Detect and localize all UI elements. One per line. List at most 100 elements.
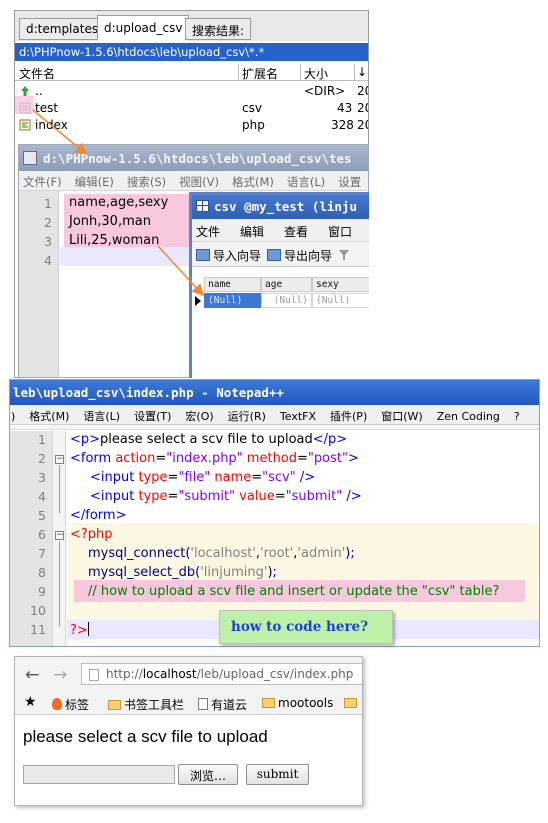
import-wizard-button[interactable]: 导入向导 <box>196 247 261 264</box>
file-manager-tabs: d:templates d:upload_csv 搜索结果: <box>15 11 368 41</box>
address-bar[interactable]: http://localhost/leb/upload_csv/index.ph… <box>81 663 362 685</box>
code-token: <p> <box>70 432 101 447</box>
table-cell[interactable]: (Null) <box>204 293 261 308</box>
path-bar: d:\PHPnow-1.5.6\htdocs\leb\upload_csv\*.… <box>15 43 368 61</box>
menu-format[interactable]: 格式(M) <box>232 175 274 189</box>
menu-language[interactable]: 语言(L) <box>83 410 120 423</box>
tab-upload-csv[interactable]: d:upload_csv <box>97 15 190 41</box>
csv-editor-title: d:\PHPnow-1.5.6\htdocs\leb\upload_csv\te… <box>43 151 352 166</box>
line-number: 5 <box>38 508 46 523</box>
table-cell[interactable]: (Null) <box>261 293 312 308</box>
menu-format[interactable]: 格式(M) <box>29 410 69 423</box>
toolbar-strip <box>10 425 539 430</box>
back-arrow-icon[interactable]: ← <box>25 665 39 685</box>
col-filename[interactable]: 文件名 <box>19 65 55 82</box>
line-number: 3 <box>38 470 46 485</box>
file-date: 20 <box>357 101 368 115</box>
php-editor-menu: ) 格式(M) 语言(L) 设置(T) 宏(O) 运行(R) TextFX 插件(P) 窗口(W… <box>10 405 539 425</box>
menu-run[interactable]: 运行(R) <box>228 410 266 423</box>
line-number: 4 <box>38 489 46 504</box>
code-line[interactable]: ?> <box>70 622 89 638</box>
menu-textfx[interactable]: TextFX <box>280 410 316 423</box>
code-comment[interactable]: // how to upload a scv file and insert o… <box>88 584 499 599</box>
bookmark-label: 有道云 <box>211 698 248 712</box>
col-header-name[interactable]: name <box>204 277 261 292</box>
menu-zen-coding[interactable]: Zen Coding <box>437 410 500 423</box>
file-name: index <box>35 118 68 132</box>
fold-line <box>59 465 60 513</box>
tab-templates[interactable]: d:templates <box>19 18 106 40</box>
file-size: <DIR> <box>304 84 346 98</box>
menu-settings[interactable]: 设置 <box>338 175 361 189</box>
code-line[interactable]: <?php <box>70 527 113 542</box>
line-number: 2 <box>44 215 52 230</box>
code-token: name <box>210 470 252 485</box>
list-item[interactable]: .. <DIR> 20 <box>15 83 368 100</box>
menu-settings[interactable]: 设置(T) <box>134 410 171 423</box>
menu-plugins[interactable]: 插件(P) <box>330 410 367 423</box>
code-line[interactable]: Lili,25,woman <box>69 233 159 248</box>
col-header-age[interactable]: age <box>261 277 312 292</box>
forward-arrow-icon[interactable]: → <box>53 665 67 685</box>
table-cell[interactable]: (Null) <box>312 293 369 308</box>
menu-file[interactable]: 文件(F) <box>23 175 62 189</box>
menu-view[interactable]: 查看 <box>284 225 308 239</box>
export-wizard-button[interactable]: 导出向导 <box>267 247 332 264</box>
code-line[interactable]: mysql_select_db('linjuming'); <box>88 565 277 580</box>
bookmark-toolbar-folder[interactable]: 书签工具栏 <box>108 696 184 713</box>
fold-toggle-icon[interactable]: − <box>55 531 64 540</box>
file-ext: csv <box>242 101 262 115</box>
bookmark-mootools[interactable]: mootools <box>262 696 333 710</box>
php-editor-title: leb\upload_csv\index.php - Notepad++ <box>10 380 539 405</box>
menu-edit[interactable]: 编辑(E) <box>75 175 114 189</box>
code-token: "index.php" <box>166 451 243 466</box>
list-item[interactable]: index php 328 20 <box>15 117 368 134</box>
list-item[interactable]: test csv 43 20 <box>15 100 368 117</box>
menu-macro[interactable]: 宏(O) <box>185 410 213 423</box>
menu-language[interactable]: 语言(L) <box>287 175 325 189</box>
bookmark-overflow[interactable] <box>344 696 360 710</box>
submit-button[interactable]: submit <box>246 764 309 785</box>
menu-search[interactable]: 搜索(S) <box>127 175 166 189</box>
code-line[interactable]: mysql_connect('localhost','root','admin'… <box>88 546 355 561</box>
fold-toggle-icon[interactable]: − <box>55 455 64 464</box>
menu-window[interactable]: 窗口 <box>328 225 352 239</box>
code-line[interactable]: name,age,sexy <box>69 195 168 210</box>
col-header-sexy[interactable]: sexy <box>312 277 369 292</box>
menu-clipped[interactable]: ) <box>11 410 15 423</box>
question-note: how to code here? <box>219 610 393 644</box>
bookmark-tags[interactable]: 标签 <box>52 696 89 713</box>
code-line[interactable]: <p>please select a scv file to upload</p… <box>70 432 347 447</box>
code-token: method <box>242 451 298 466</box>
tab-search-results[interactable]: 搜索结果: <box>185 18 252 40</box>
line-number: 4 <box>44 253 52 268</box>
filter-icon[interactable] <box>338 249 350 261</box>
menu-edit[interactable]: 编辑 <box>240 225 264 239</box>
code-line[interactable]: <form action="index.php" method="post"> <box>70 451 359 466</box>
code-token: ); <box>345 546 355 561</box>
code-token: </p> <box>312 432 348 447</box>
csv-editor-title-bar: d:\PHPnow-1.5.6\htdocs\leb\upload_csv\te… <box>19 145 368 171</box>
menu-window[interactable]: 窗口(W) <box>381 410 422 423</box>
browse-button[interactable]: 浏览… <box>178 764 238 785</box>
url-host: localhost <box>142 667 197 681</box>
star-icon[interactable]: ★ <box>24 694 37 710</box>
table-icon <box>196 200 209 212</box>
column-headers: 文件名 扩展名 大小 ↓ <box>15 64 368 81</box>
code-token: <input <box>90 489 135 504</box>
code-line[interactable]: </form> <box>70 508 126 523</box>
code-token: action <box>111 451 156 466</box>
col-extension[interactable]: 扩展名 <box>242 65 278 82</box>
code-line[interactable]: <input type="submit" value="submit" /> <box>90 489 362 504</box>
table-menu: 文件 编辑 查看 窗口 <box>192 219 369 241</box>
code-line[interactable]: <input type="file" name="scv" /> <box>90 470 315 485</box>
bookmark-youdao[interactable]: 有道云 <box>198 696 247 713</box>
file-ext: php <box>242 118 265 132</box>
col-size[interactable]: 大小 <box>304 65 328 82</box>
file-input-field[interactable] <box>23 765 175 784</box>
menu-help[interactable]: ? <box>514 410 520 423</box>
menu-view[interactable]: 视图(V) <box>179 175 219 189</box>
code-line[interactable]: Jonh,30,man <box>69 214 151 229</box>
menu-file[interactable]: 文件 <box>196 225 220 239</box>
sort-arrow-icon[interactable]: ↓ <box>357 65 367 79</box>
